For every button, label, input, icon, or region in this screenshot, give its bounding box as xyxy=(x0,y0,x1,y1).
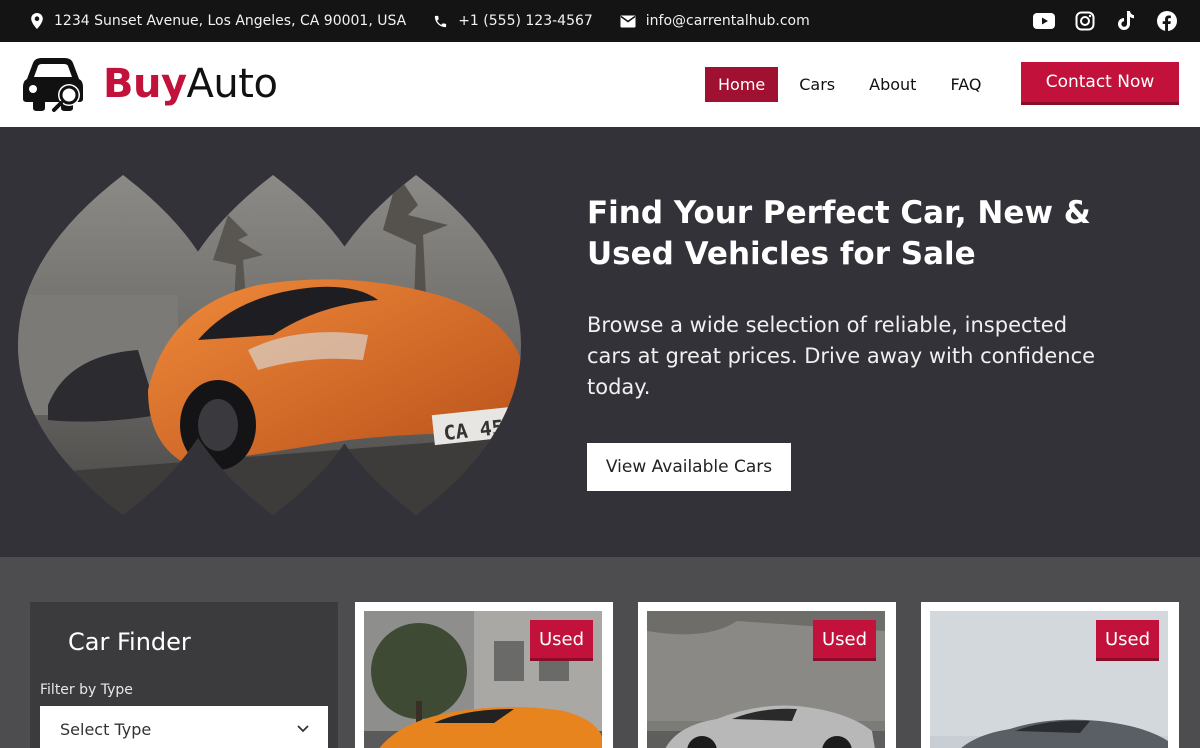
car-card[interactable]: Used xyxy=(355,602,613,748)
email-item[interactable]: info@carrentalhub.com xyxy=(620,13,810,29)
filter-by-type-label: Filter by Type xyxy=(40,682,133,698)
type-select-value: Select Type xyxy=(60,719,152,739)
hero-title: Find Your Perfect Car, New & Used Vehicl… xyxy=(587,195,1091,272)
site-header: BuyAuto Home Cars About FAQ Contact Now xyxy=(0,42,1200,127)
view-available-cars-button[interactable]: View Available Cars xyxy=(587,443,791,491)
youtube-icon[interactable] xyxy=(1033,10,1055,32)
car-photo: Used xyxy=(647,611,885,748)
top-bar: 1234 Sunset Avenue, Los Angeles, CA 9000… xyxy=(0,0,1200,42)
address-text: 1234 Sunset Avenue, Los Angeles, CA 9000… xyxy=(54,13,407,29)
address-item: 1234 Sunset Avenue, Los Angeles, CA 9000… xyxy=(30,13,406,29)
phone-icon xyxy=(435,15,447,27)
nav-cars[interactable]: Cars xyxy=(786,67,848,102)
car-photo: Used xyxy=(930,611,1168,748)
used-badge: Used xyxy=(812,620,876,661)
logo-buy: Buy xyxy=(103,61,187,107)
car-card[interactable]: Used xyxy=(921,602,1179,748)
main-nav: Home Cars About FAQ xyxy=(705,67,1002,102)
facebook-icon[interactable] xyxy=(1156,10,1178,32)
instagram-icon[interactable] xyxy=(1074,10,1096,32)
mail-icon xyxy=(620,15,636,27)
car-photo: Used xyxy=(364,611,602,748)
used-badge: Used xyxy=(1095,620,1159,661)
logo-auto: Auto xyxy=(186,61,278,107)
logo-text: BuyAuto xyxy=(103,61,278,107)
nav-home[interactable]: Home xyxy=(705,67,779,102)
car-finder-panel: Car Finder Filter by Type Select Type xyxy=(30,602,338,748)
phone-text: +1 (555) 123-4567 xyxy=(458,13,593,29)
social-links xyxy=(1033,0,1178,42)
car-card[interactable]: Used xyxy=(638,602,896,748)
hero-section: CA 45 Find Your Perfect Car, New & Used … xyxy=(0,127,1200,557)
car-key-icon xyxy=(23,58,83,112)
nav-faq[interactable]: FAQ xyxy=(937,67,994,102)
type-select[interactable]: Select Type xyxy=(40,706,328,748)
phone-item[interactable]: +1 (555) 123-4567 xyxy=(433,13,593,29)
contact-now-button[interactable]: Contact Now xyxy=(1021,62,1179,105)
used-badge: Used xyxy=(529,620,593,661)
chevron-down-icon xyxy=(297,725,309,733)
tiktok-icon[interactable] xyxy=(1115,10,1137,32)
site-logo[interactable]: BuyAuto xyxy=(21,55,278,113)
listing-section: Car Finder Filter by Type Select Type Us… xyxy=(0,557,1200,748)
location-pin-icon xyxy=(31,13,43,29)
hero-subtitle: Browse a wide selection of reliable, ins… xyxy=(587,313,1096,399)
email-text: info@carrentalhub.com xyxy=(645,13,810,29)
hero-car-image: CA 45 xyxy=(18,175,521,515)
car-finder-title: Car Finder xyxy=(68,628,191,656)
svg-text:CA 45: CA 45 xyxy=(442,415,504,445)
nav-about[interactable]: About xyxy=(856,67,929,102)
